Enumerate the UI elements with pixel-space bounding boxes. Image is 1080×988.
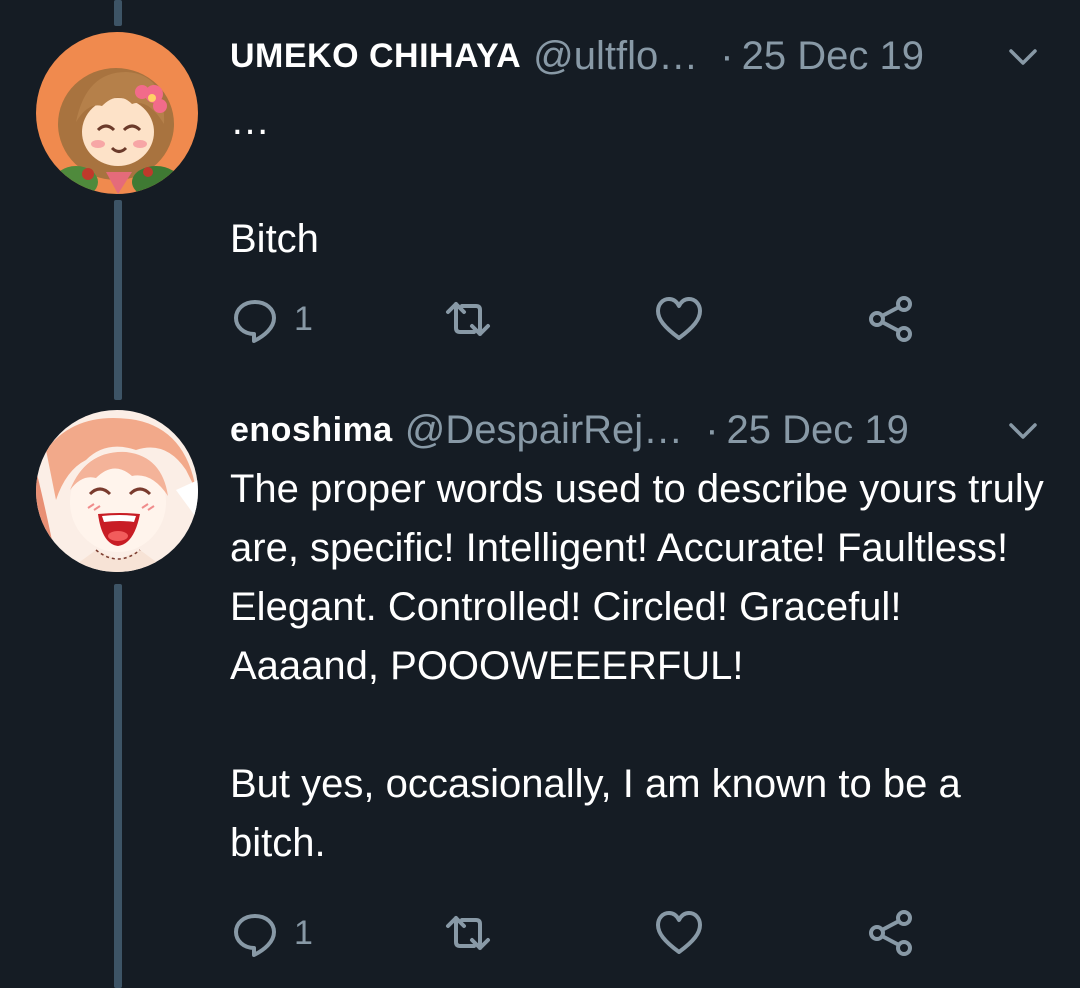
like-icon — [654, 294, 704, 344]
share-button[interactable] — [866, 294, 916, 344]
chevron-down-icon[interactable] — [1006, 40, 1040, 74]
tweet-actions: 1 — [230, 908, 930, 958]
share-button[interactable] — [866, 908, 916, 958]
tweet-actions: 1 — [230, 294, 930, 344]
share-icon — [866, 908, 916, 958]
chevron-down-icon[interactable] — [1006, 414, 1040, 448]
retweet-icon — [440, 908, 496, 958]
reply-button[interactable]: 1 — [230, 908, 313, 958]
avatar-umeko-icon[interactable] — [36, 32, 198, 194]
reply-count: 1 — [294, 299, 313, 338]
like-button[interactable] — [654, 908, 704, 958]
tweet-date[interactable]: 25 Dec 19 — [727, 408, 909, 453]
separator-dot: · — [705, 407, 719, 452]
handle[interactable]: @ultflo… — [533, 34, 698, 79]
display-name[interactable]: enoshima — [230, 411, 393, 450]
retweet-button[interactable] — [440, 294, 496, 344]
like-icon — [654, 908, 704, 958]
avatar-enoshima-icon[interactable] — [36, 410, 198, 572]
reply-icon — [230, 908, 280, 958]
reply-button[interactable]: 1 — [230, 294, 313, 344]
reply-icon — [230, 294, 280, 344]
reply-count: 1 — [294, 913, 313, 952]
retweet-button[interactable] — [440, 908, 496, 958]
tweet-header: UMEKO CHIHAYA @ultflo… · 25 Dec 19 — [230, 26, 1040, 86]
separator-dot: · — [720, 33, 734, 78]
tweet-header: enoshima @DespairRej… · 25 Dec 19 — [230, 400, 1040, 460]
handle[interactable]: @DespairRej… — [405, 408, 683, 453]
display-name[interactable]: UMEKO CHIHAYA — [230, 37, 521, 76]
tweet-umeko[interactable]: UMEKO CHIHAYA @ultflo… · 25 Dec 19 … Bit… — [0, 0, 1080, 380]
tweet-text: The proper words used to describe yours … — [230, 467, 1044, 865]
retweet-icon — [440, 294, 496, 344]
tweet-date[interactable]: 25 Dec 19 — [742, 34, 924, 79]
share-icon — [866, 294, 916, 344]
tweet-enoshima[interactable]: enoshima @DespairRej… · 25 Dec 19 The pr… — [0, 400, 1080, 988]
tweet-text: … Bitch — [230, 99, 319, 261]
like-button[interactable] — [654, 294, 704, 344]
